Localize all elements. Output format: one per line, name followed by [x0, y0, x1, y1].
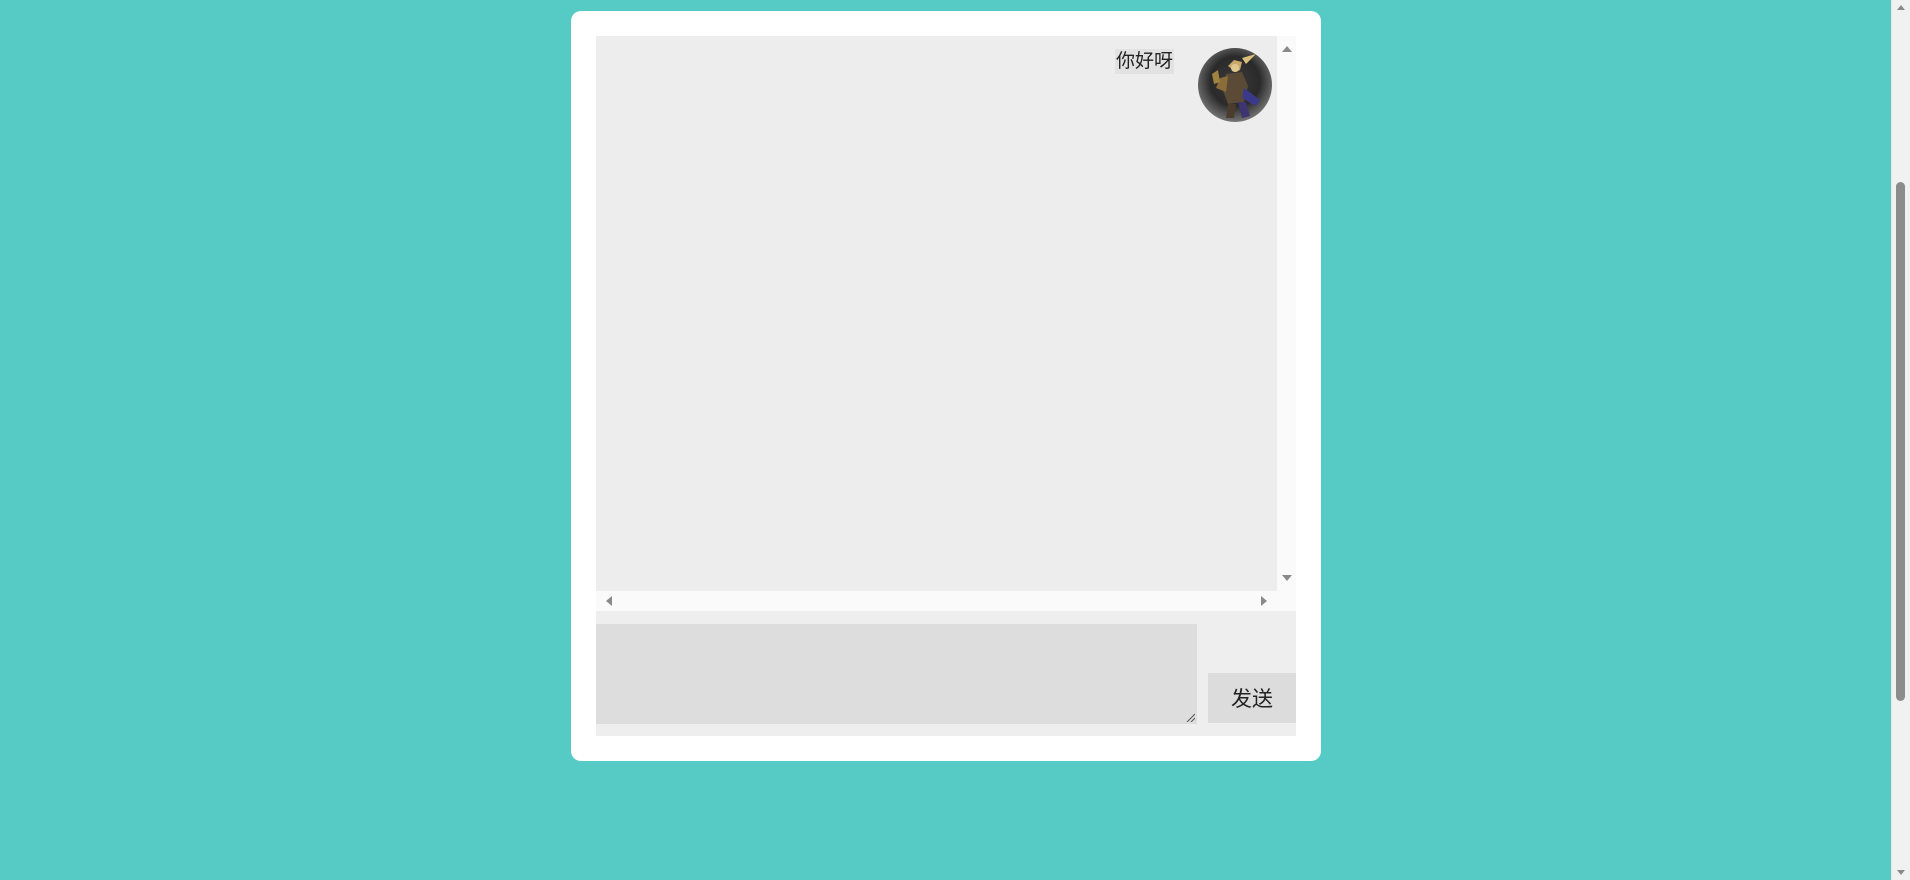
scroll-down-icon[interactable]: [1282, 575, 1292, 581]
send-button[interactable]: 发送: [1208, 673, 1296, 723]
message-horizontal-scrollbar[interactable]: [596, 591, 1277, 610]
warrior-avatar-icon: [1212, 54, 1260, 118]
message-vertical-scrollbar[interactable]: [1277, 36, 1296, 591]
scroll-left-icon[interactable]: [606, 596, 612, 606]
composer: 发送: [596, 611, 1296, 736]
page: 你好呀 发送: [0, 0, 1910, 880]
message-row: 你好呀: [1114, 48, 1272, 122]
scroll-up-icon[interactable]: [1282, 46, 1292, 52]
window-scroll-up-icon[interactable]: [1897, 5, 1905, 10]
message-panel[interactable]: 你好呀: [596, 36, 1296, 621]
message-bubble: 你好呀: [1114, 49, 1174, 74]
chat-card: 你好呀 发送: [571, 11, 1321, 761]
scroll-right-icon[interactable]: [1261, 596, 1267, 606]
resize-grip-icon[interactable]: [1185, 712, 1195, 722]
message-input[interactable]: [596, 624, 1197, 724]
window-scroll-down-icon[interactable]: [1897, 870, 1905, 875]
window-scrollbar[interactable]: [1891, 0, 1910, 880]
window-scroll-thumb[interactable]: [1896, 182, 1905, 701]
avatar: [1198, 48, 1272, 122]
message-list: 你好呀: [596, 36, 1277, 591]
